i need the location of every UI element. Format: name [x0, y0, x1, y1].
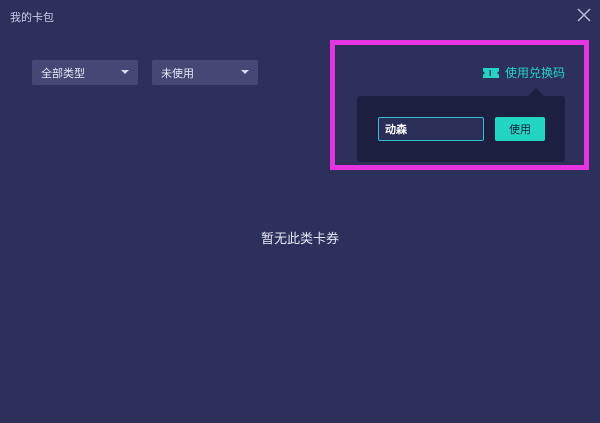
status-filter-select[interactable]: 未使用: [152, 60, 258, 85]
empty-state-message: 暂无此类卡券: [260, 232, 339, 247]
type-filter-select[interactable]: 全部类型: [32, 60, 138, 85]
chevron-down-icon: [121, 70, 129, 74]
chevron-down-icon: [241, 70, 249, 74]
status-filter-value: 未使用: [161, 66, 194, 80]
close-icon: [577, 8, 591, 22]
window-title: 我的卡包: [10, 11, 54, 24]
highlight-box: [330, 40, 589, 170]
type-filter-value: 全部类型: [41, 66, 85, 80]
close-button[interactable]: [576, 7, 592, 23]
